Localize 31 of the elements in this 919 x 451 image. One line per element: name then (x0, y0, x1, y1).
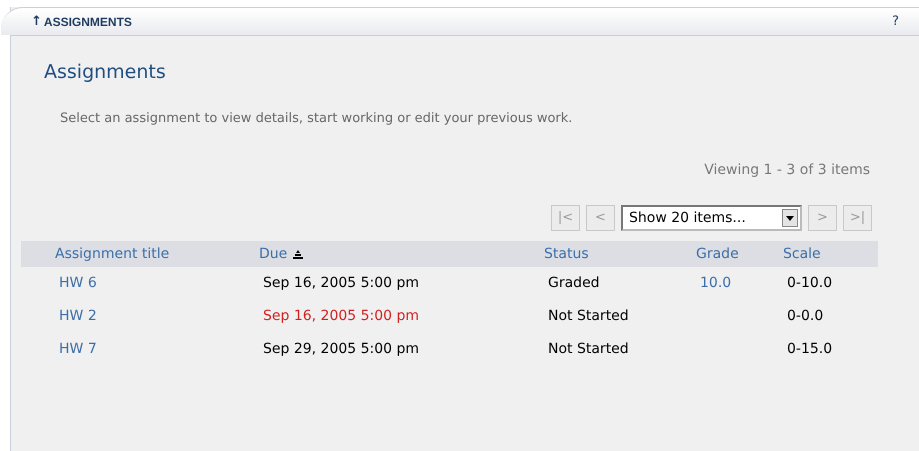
column-header[interactable]: Assignment title (55, 244, 170, 264)
instructions-text: Select an assignment to view details, start working or edit your previous work. (60, 110, 574, 128)
assignment-link[interactable]: HW 2 (59, 308, 97, 324)
scale-text: 0-10.0 (787, 275, 832, 291)
sort-icon (293, 250, 304, 258)
scale-text: 0-0.0 (787, 308, 824, 324)
assignment-link[interactable]: HW 6 (59, 275, 97, 291)
due-date: Sep 29, 2005 5:00 pm (263, 341, 420, 357)
status-text: Not Started (548, 308, 629, 324)
next-page-button[interactable]: > (808, 205, 837, 231)
assignment-link[interactable]: HW 7 (59, 341, 97, 357)
collapse-arrow-icon[interactable]: ↑ (31, 12, 42, 32)
column-header[interactable]: Due (259, 244, 288, 264)
scale-text: 0-15.0 (787, 341, 832, 357)
grade-link[interactable]: 10.0 (700, 275, 732, 291)
dropdown-caret-icon (782, 209, 798, 227)
last-page-button[interactable]: >| (843, 205, 872, 231)
due-date: Sep 16, 2005 5:00 pm (263, 308, 420, 324)
due-date: Sep 16, 2005 5:00 pm (263, 275, 420, 291)
column-header[interactable]: Grade (696, 244, 739, 264)
previous-page-button[interactable]: < (586, 205, 615, 231)
page-size-select[interactable]: Show 20 items... (621, 205, 802, 231)
column-header[interactable]: Scale (783, 244, 821, 264)
status-text: Not Started (548, 341, 629, 357)
first-page-button[interactable]: |< (551, 205, 580, 231)
pager-summary: Viewing 1 - 3 of 3 items (704, 161, 870, 180)
column-header[interactable]: Status (544, 244, 589, 264)
page-heading: Assignments (44, 60, 167, 85)
panel-title: ASSIGNMENTS (44, 14, 132, 30)
help-link[interactable]: ? (892, 12, 899, 32)
status-text: Graded (548, 275, 600, 291)
